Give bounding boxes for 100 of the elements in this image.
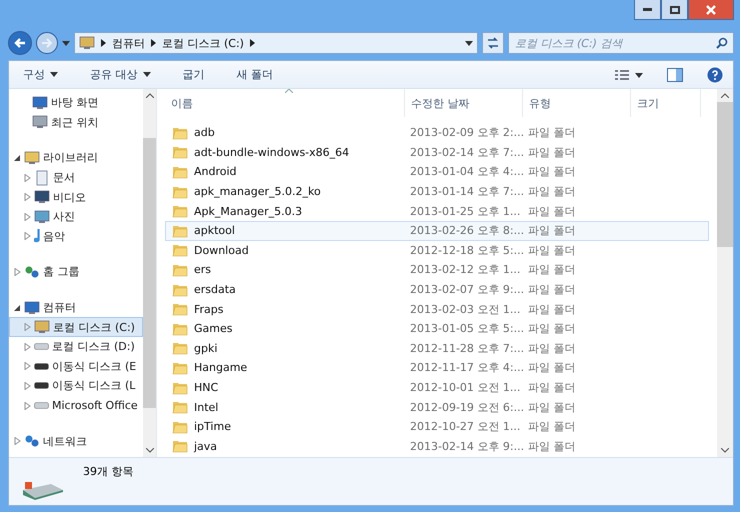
- network-icon: [24, 433, 40, 450]
- toolbar-button[interactable]: 새 폴더: [232, 65, 277, 84]
- scroll-up-icon[interactable]: [146, 93, 154, 98]
- expander-icon[interactable]: [14, 304, 21, 312]
- scrollbar[interactable]: [143, 89, 156, 457]
- toolbar-button[interactable]: 공유 대상: [86, 65, 154, 84]
- file-row[interactable]: ipTime 2012-10-27 오전 1... 파일 폴더: [165, 416, 709, 436]
- nav-item[interactable]: 네트워크: [9, 431, 143, 451]
- preview-pane-icon[interactable]: [667, 68, 683, 82]
- nav-item[interactable]: 홈 그룹: [9, 262, 143, 282]
- folder-icon: [172, 439, 188, 454]
- nav-item-label: 컴퓨터: [43, 300, 76, 316]
- refresh-button[interactable]: [482, 32, 504, 54]
- type-cell-text: 파일 폴더: [527, 164, 576, 180]
- scroll-down-icon[interactable]: [721, 448, 729, 453]
- folder-icon: [172, 164, 188, 179]
- scroll-down-icon[interactable]: [146, 448, 154, 453]
- nav-item[interactable]: 최근 위치: [9, 112, 143, 132]
- nav-item[interactable]: 이동식 디스크 (L: [9, 376, 143, 396]
- close-button[interactable]: [688, 0, 734, 20]
- recent-pages-caret-icon[interactable]: [62, 40, 70, 46]
- nav-item[interactable]: 사진: [9, 206, 143, 227]
- nav-item-label: 문서: [53, 170, 75, 186]
- file-row[interactable]: Android 2013-01-04 오후 4:... 파일 폴더: [165, 162, 709, 182]
- breadcrumb-arrow-icon[interactable]: [101, 39, 106, 47]
- type-cell-text: 파일 폴더: [527, 282, 576, 298]
- back-arrow-icon: [14, 38, 26, 48]
- computer-icon: [24, 300, 40, 316]
- help-icon[interactable]: [707, 66, 723, 82]
- file-name: Apk_Manager_5.0.3: [194, 204, 302, 218]
- file-row[interactable]: adt-bundle-windows-x86_64 2013-02-14 오후 7:... 파일 폴더: [165, 142, 709, 162]
- file-row[interactable]: ersdata 2013-02-07 오후 9:... 파일 폴더: [165, 280, 709, 300]
- minimize-button[interactable]: [634, 0, 661, 20]
- toolbar-button[interactable]: 굽기: [178, 65, 208, 84]
- drive-icon: [34, 343, 49, 350]
- scroll-up-icon[interactable]: [721, 93, 729, 98]
- folder-icon: [172, 126, 188, 140]
- file-row[interactable]: Hangame 2012-11-17 오후 4:... 파일 폴더: [165, 358, 709, 378]
- folder-icon: [172, 302, 188, 316]
- toolbar-button[interactable]: 구성: [19, 65, 62, 84]
- nav-item-label: 이동식 디스크 (L: [52, 378, 136, 394]
- file-name: ers: [194, 263, 212, 276]
- nav-item[interactable]: 로컬 디스크 (D:): [9, 336, 143, 357]
- file-row[interactable]: HNC 2012-10-01 오전 1... 파일 폴더: [165, 378, 709, 398]
- file-name: Fraps: [194, 302, 224, 316]
- expander-icon[interactable]: [14, 154, 21, 162]
- file-row[interactable]: Apk_Manager_5.0.3 2013-01-25 오후 1... 파일 폴더: [165, 201, 709, 221]
- folder-icon: [172, 204, 188, 218]
- nav-item-label: 비디오: [53, 190, 86, 205]
- type-cell-text: 파일 폴더: [527, 144, 576, 160]
- folder-icon: [172, 360, 188, 375]
- forward-arrow-icon: [41, 38, 53, 48]
- caret-icon[interactable]: [465, 40, 473, 46]
- column-header[interactable]: 크기: [631, 89, 701, 117]
- nav-item[interactable]: 로컬 디스크 (C:): [9, 317, 143, 337]
- file-name: ersdata: [194, 283, 236, 296]
- nav-item[interactable]: 이동식 디스크 (E: [9, 356, 143, 376]
- maximize-icon: [670, 6, 680, 14]
- item-count: 39개 항목: [83, 464, 134, 479]
- date-cell-text: 2013-02-07 오후 9:...: [409, 282, 524, 298]
- file-row[interactable]: apk_manager_5.0.2_ko 2013-01-14 오후 7:... 파일 폴더: [165, 182, 709, 202]
- scrollbar[interactable]: [717, 89, 733, 457]
- search-field[interactable]: 로컬 디스크 (C:) 검색: [508, 32, 734, 54]
- file-row[interactable]: ers 2013-02-12 오후 1... 파일 폴더: [165, 260, 709, 280]
- type-cell-text: 파일 폴더: [527, 125, 576, 140]
- nav-item[interactable]: 바탕 화면: [9, 93, 143, 113]
- view-options-icon[interactable]: [615, 68, 643, 80]
- nav-item-label: 로컬 디스크 (D:): [52, 339, 135, 354]
- nav-item[interactable]: 문서: [9, 168, 143, 188]
- file-row[interactable]: Intel 2012-09-19 오전 6:... 파일 폴더: [165, 397, 709, 417]
- nav-item[interactable]: 음악: [9, 226, 143, 246]
- file-row[interactable]: apktool 2013-02-26 오후 8:... 파일 폴더: [165, 220, 709, 241]
- breadcrumb[interactable]: 로컬 디스크 (C:): [162, 36, 244, 50]
- file-row[interactable]: Games 2013-01-05 오후 5:... 파일 폴더: [165, 318, 709, 339]
- nav-item[interactable]: 라이브러리: [9, 148, 143, 168]
- file-row[interactable]: gpki 2012-11-28 오후 7:... 파일 폴더: [165, 338, 709, 358]
- picture-icon: [34, 208, 50, 225]
- folder-icon: [172, 282, 188, 297]
- forward-button[interactable]: [36, 32, 58, 54]
- nav-item[interactable]: 비디오: [9, 187, 143, 207]
- date-cell-text: 2013-02-03 오전 1...: [409, 302, 520, 317]
- removable-drive-icon: [34, 362, 49, 370]
- maximize-button[interactable]: [661, 0, 688, 20]
- breadcrumb[interactable]: 컴퓨터: [112, 36, 145, 50]
- column-header[interactable]: 이름: [165, 89, 405, 117]
- nav-item[interactable]: Microsoft Office: [9, 396, 143, 416]
- file-row[interactable]: Fraps 2013-02-03 오전 1... 파일 폴더: [165, 299, 709, 319]
- file-name: Android: [194, 165, 237, 178]
- breadcrumb-arrow-icon[interactable]: [151, 39, 156, 47]
- file-row[interactable]: Download 2012-12-18 오후 5:... 파일 폴더: [165, 240, 709, 260]
- address-bar[interactable]: 컴퓨터 로컬 디스크 (C:): [74, 32, 478, 54]
- column-header[interactable]: 수정한 날짜: [405, 89, 523, 117]
- date-cell-text: 2013-02-12 오후 1...: [409, 262, 520, 278]
- breadcrumb-arrow-icon[interactable]: [250, 39, 255, 47]
- folder-icon: [172, 420, 188, 434]
- column-header[interactable]: 유형: [523, 89, 631, 117]
- nav-item[interactable]: 컴퓨터: [9, 298, 143, 318]
- file-row[interactable]: java 2013-02-14 오후 9:... 파일 폴더: [165, 436, 709, 456]
- back-button[interactable]: [8, 31, 32, 55]
- file-row[interactable]: adb 2013-02-09 오후 2:... 파일 폴더: [165, 123, 709, 143]
